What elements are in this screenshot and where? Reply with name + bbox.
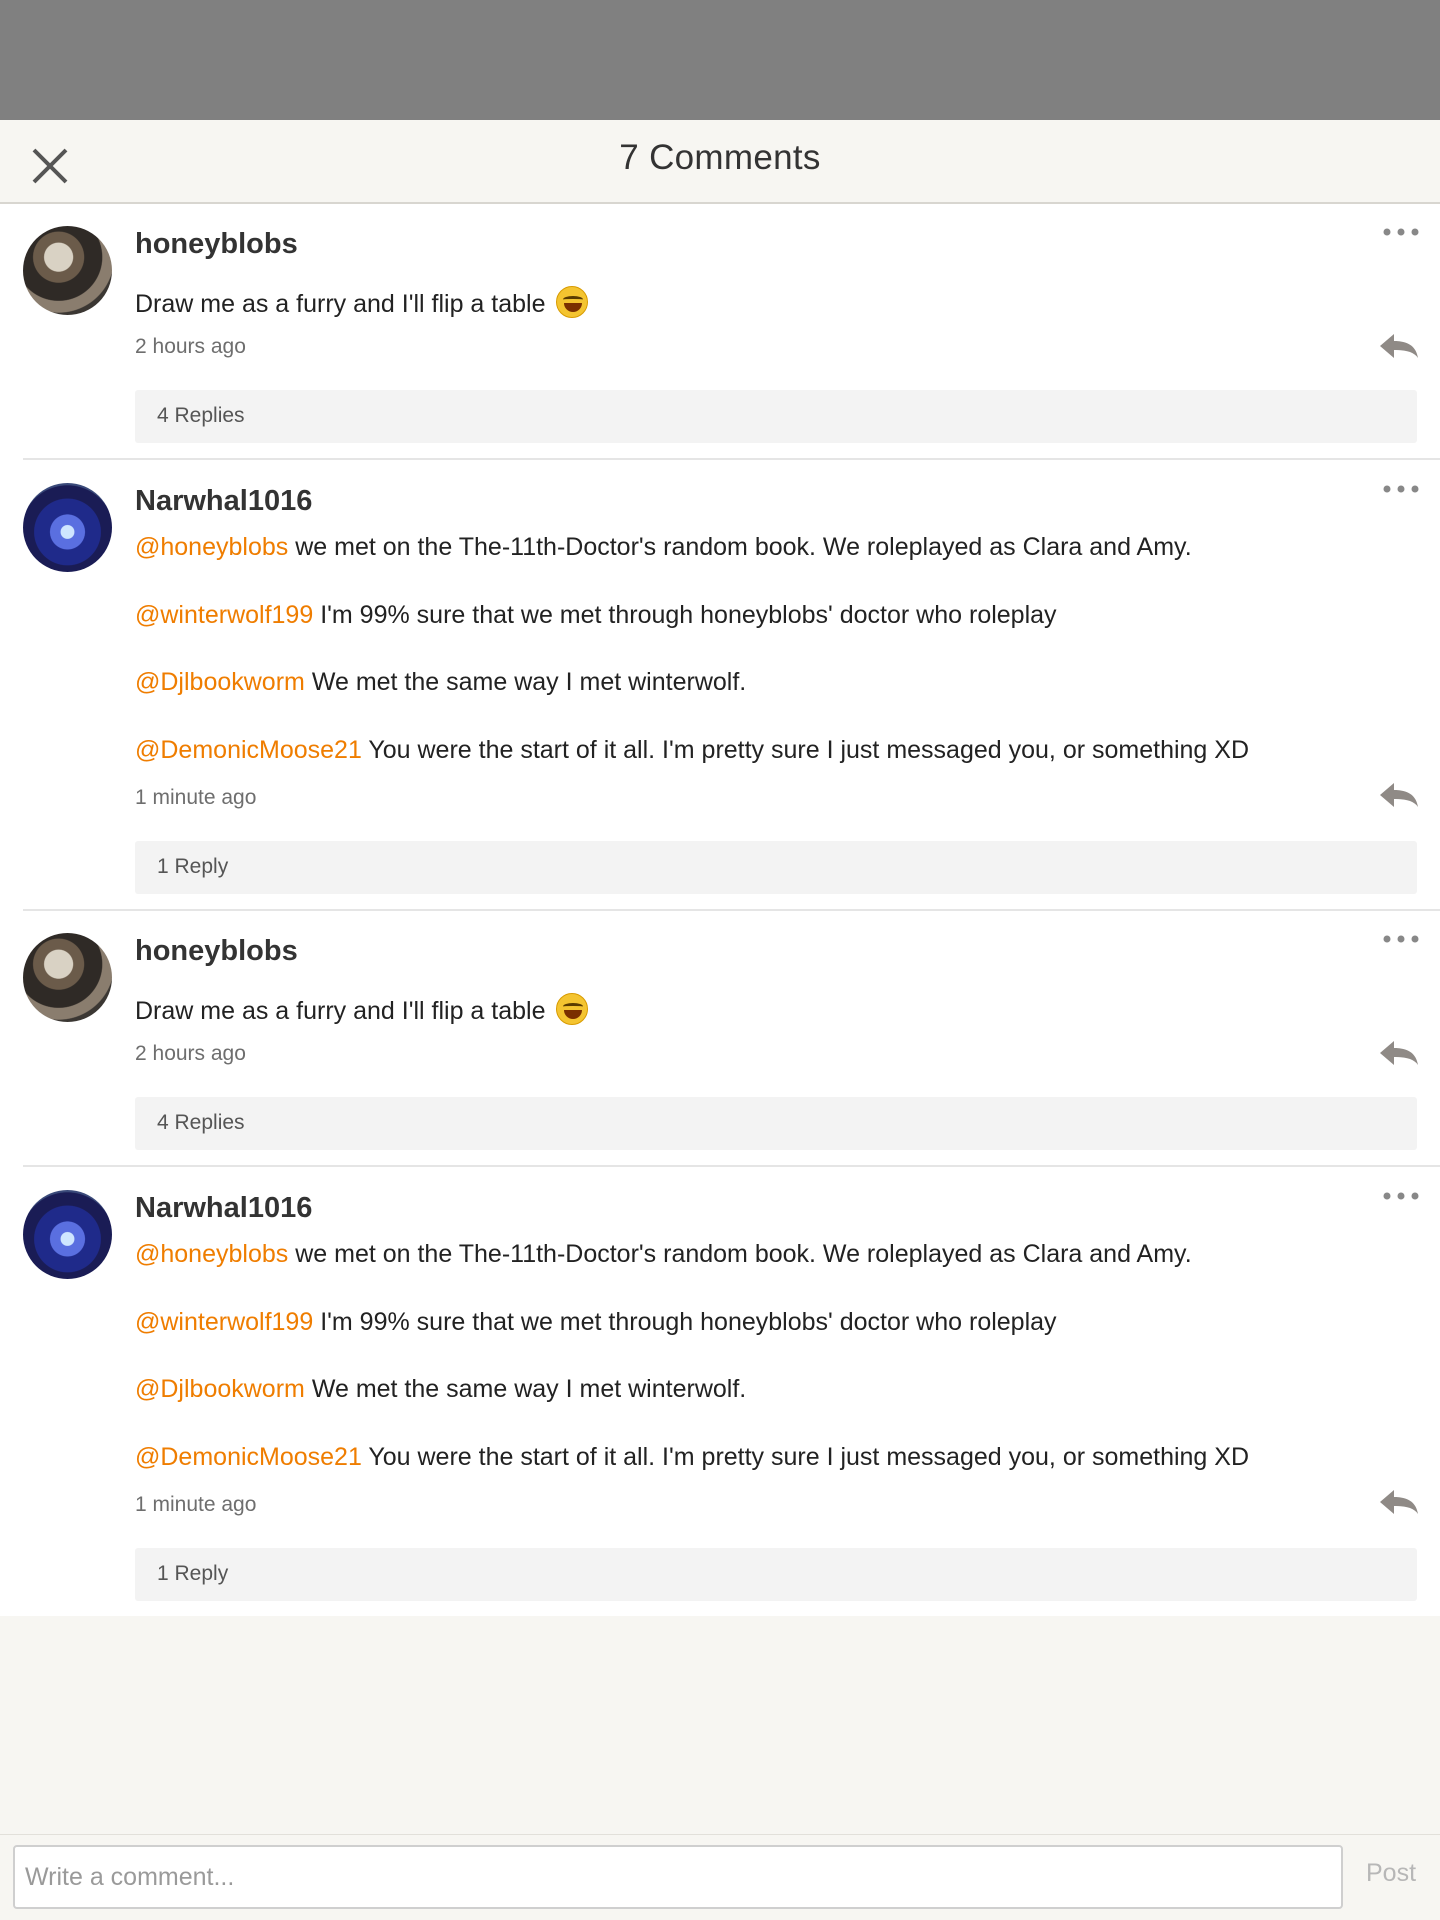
user-mention-link[interactable]: @Djlbookworm [135,668,305,696]
reply-arrow-icon [1380,1490,1418,1514]
user-mention-link[interactable]: @Djlbookworm [135,1375,305,1403]
more-options-button[interactable] [1381,931,1421,947]
divider [23,458,1440,460]
avatar[interactable] [23,483,112,572]
more-dots-icon [1383,935,1419,943]
comment-paragraph: @Djlbookworm We met the same way I met w… [135,1375,746,1404]
user-mention-link[interactable]: @DemonicMoose21 [135,736,362,764]
comment-text-content: Draw me as a furry and I'll flip a table [135,997,546,1025]
paragraph-text: We met the same way I met winterwolf. [304,668,747,696]
more-dots-icon [1383,1192,1419,1200]
laughing-tears-emoji-icon [556,993,589,1025]
comment-text: Draw me as a furry and I'll flip a table [135,286,589,319]
comment-paragraph: @DemonicMoose21 You were the start of it… [135,1443,1249,1472]
view-replies-button[interactable]: 4 Replies [135,1097,1417,1150]
comment-timestamp: 1 minute ago [135,786,257,809]
paragraph-text: You were the start of it all. I'm pretty… [361,736,1250,764]
replies-count: 4 Replies [157,1111,245,1134]
view-replies-button[interactable]: 1 Reply [135,841,1417,894]
comment-item: Narwhal1016 @honeyblobs we met on the Th… [0,1168,1440,1616]
more-options-button[interactable] [1381,481,1421,497]
comment-paragraph: @winterwolf199 I'm 99% sure that we met … [135,1308,1057,1337]
paragraph-text: we met on the The-11th-Doctor's random b… [288,1240,1192,1268]
reply-button[interactable] [1378,332,1420,360]
comment-paragraph: @honeyblobs we met on the The-11th-Docto… [135,533,1192,562]
comment-paragraph: @honeyblobs we met on the The-11th-Docto… [135,1240,1192,1269]
comment-username[interactable]: Narwhal1016 [135,485,312,518]
user-mention-link[interactable]: @DemonicMoose21 [135,1443,362,1471]
laughing-tears-emoji-icon [556,286,589,318]
comment-list[interactable]: honeyblobs Draw me as a furry and I'll f… [0,204,1440,1616]
user-mention-link[interactable]: @honeyblobs [135,533,288,561]
comment-username[interactable]: Narwhal1016 [135,1192,312,1225]
user-mention-link[interactable]: @honeyblobs [135,1240,288,1268]
avatar[interactable] [23,933,112,1022]
comment-paragraph: @winterwolf199 I'm 99% sure that we met … [135,601,1057,630]
more-dots-icon [1383,228,1419,236]
more-dots-icon [1383,485,1419,493]
comments-header: 7 Comments [0,120,1440,204]
user-mention-link[interactable]: @winterwolf199 [135,1308,313,1336]
divider [23,1165,1440,1167]
comment-item: honeyblobs Draw me as a furry and I'll f… [0,204,1440,461]
more-options-button[interactable] [1381,224,1421,240]
comment-item: Narwhal1016 @honeyblobs we met on the Th… [0,461,1440,911]
replies-count: 1 Reply [157,1562,229,1585]
reply-arrow-icon [1380,783,1418,807]
reply-arrow-icon [1380,1041,1418,1065]
comment-text-content: Draw me as a furry and I'll flip a table [135,290,546,318]
reply-button[interactable] [1378,1039,1420,1067]
avatar[interactable] [23,1190,112,1279]
comment-paragraph: @DemonicMoose21 You were the start of it… [135,736,1249,765]
page-title: 7 Comments [619,138,821,177]
comment-timestamp: 2 hours ago [135,335,246,358]
comment-username[interactable]: honeyblobs [135,228,298,261]
more-options-button[interactable] [1381,1188,1421,1204]
comment-input[interactable] [13,1845,1343,1909]
replies-count: 4 Replies [157,404,245,427]
paragraph-text: I'm 99% sure that we met through honeybl… [313,1308,1057,1336]
comments-sheet: 7 Comments honeyblobs Draw me as a furry… [0,120,1440,1920]
comment-item: honeyblobs Draw me as a furry and I'll f… [0,911,1440,1168]
view-replies-button[interactable]: 1 Reply [135,1548,1417,1601]
reply-arrow-icon [1380,334,1418,358]
comment-text: Draw me as a furry and I'll flip a table [135,993,589,1026]
replies-count: 1 Reply [157,855,229,878]
view-replies-button[interactable]: 4 Replies [135,390,1417,443]
post-button[interactable]: Post [1366,1859,1416,1888]
comment-username[interactable]: honeyblobs [135,935,298,968]
avatar[interactable] [23,226,112,315]
comment-composer: Post [0,1834,1440,1920]
reply-button[interactable] [1378,1488,1420,1516]
comment-paragraph: @Djlbookworm We met the same way I met w… [135,668,746,697]
comment-timestamp: 2 hours ago [135,1042,246,1065]
user-mention-link[interactable]: @winterwolf199 [135,601,313,629]
paragraph-text: We met the same way I met winterwolf. [304,1375,747,1403]
comment-timestamp: 1 minute ago [135,1493,257,1516]
paragraph-text: I'm 99% sure that we met through honeybl… [313,601,1057,629]
paragraph-text: You were the start of it all. I'm pretty… [361,1443,1250,1471]
reply-button[interactable] [1378,781,1420,809]
paragraph-text: we met on the The-11th-Doctor's random b… [288,533,1192,561]
